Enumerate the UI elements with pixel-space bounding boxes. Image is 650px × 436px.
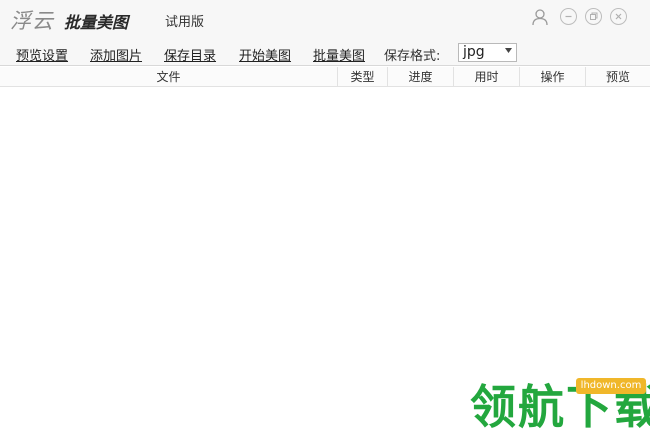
save-directory-button[interactable]: 保存目录	[164, 45, 216, 64]
minimize-button[interactable]	[560, 8, 577, 25]
app-title: 批量美图	[64, 13, 129, 32]
file-table-header: 文件 类型 进度 用时 操作 预览	[0, 67, 650, 87]
column-header-action[interactable]: 操作	[520, 67, 586, 87]
toolbar: 预览设置 添加图片 保存目录 开始美图 批量美图 保存格式:	[0, 40, 650, 66]
edition-label: 试用版	[165, 15, 205, 30]
close-icon	[615, 13, 622, 20]
column-header-type[interactable]: 类型	[338, 67, 388, 87]
user-icon[interactable]	[531, 8, 549, 26]
title-bar: 浮云 批量美图 试用版	[0, 0, 650, 40]
batch-beautify-button[interactable]: 批量美图	[313, 45, 365, 64]
column-header-preview[interactable]: 预览	[586, 67, 650, 87]
start-beautify-button[interactable]: 开始美图	[239, 45, 291, 64]
dropdown-arrow-icon	[505, 48, 512, 53]
preview-settings-button[interactable]: 预览设置	[16, 45, 68, 64]
minimize-icon	[565, 15, 572, 18]
column-header-time[interactable]: 用时	[454, 67, 520, 87]
app-logo-script: 浮云	[10, 9, 54, 33]
save-format-label: 保存格式:	[384, 49, 441, 64]
maximize-icon	[590, 12, 598, 20]
column-header-progress[interactable]: 进度	[388, 67, 454, 87]
save-format-select[interactable]: jpg	[458, 43, 517, 62]
column-header-file[interactable]: 文件	[0, 67, 338, 87]
add-images-button[interactable]: 添加图片	[90, 45, 142, 64]
close-button[interactable]	[610, 8, 627, 25]
maximize-button[interactable]	[585, 8, 602, 25]
save-format-value: jpg	[463, 44, 485, 60]
watermark-url-badge: lhdown.com	[576, 378, 646, 394]
